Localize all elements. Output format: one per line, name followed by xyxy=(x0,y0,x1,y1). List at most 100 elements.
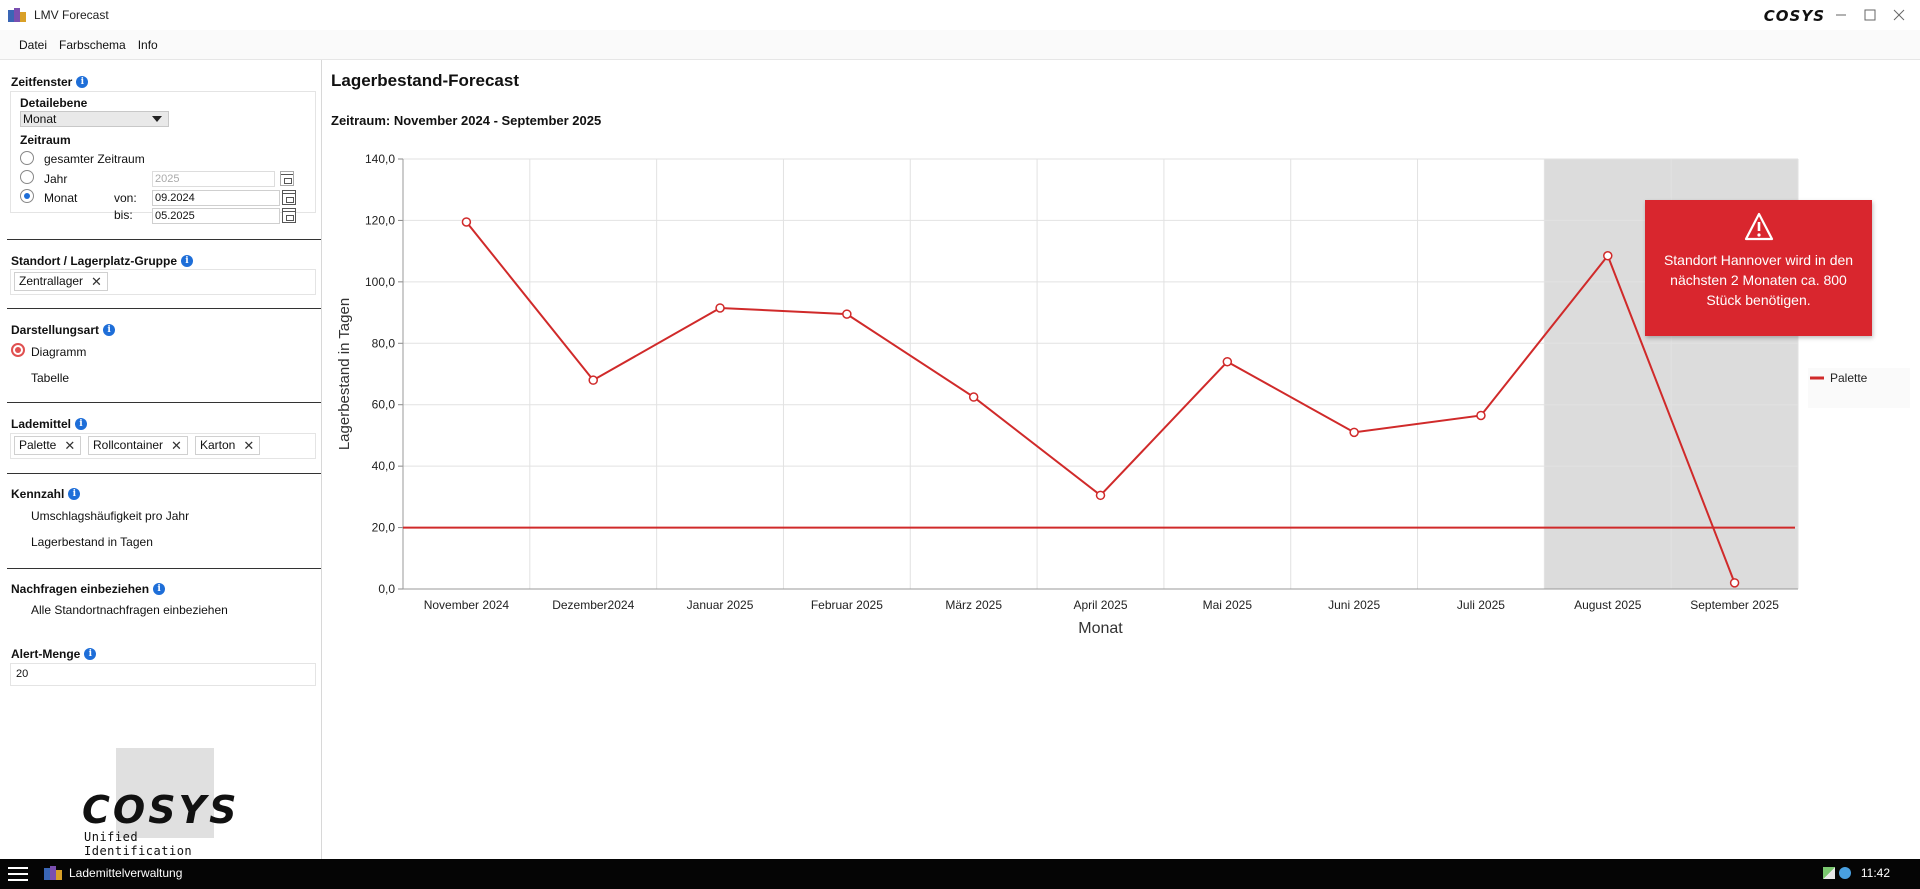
radio-gesamter-zeitraum[interactable] xyxy=(20,151,34,165)
menu-bar: Datei Farbschema Info xyxy=(0,30,1920,60)
data-point xyxy=(461,217,472,227)
chip-palette: Palette ✕ xyxy=(14,436,82,455)
close-icon[interactable]: ✕ xyxy=(243,437,254,454)
radio-jahr[interactable] xyxy=(20,170,34,184)
chip-rollcontainer: Rollcontainer ✕ xyxy=(88,436,188,455)
filter-sidebar: Zeitfenster i Detailebene Monat Zeitraum … xyxy=(0,60,322,859)
divider xyxy=(7,568,321,569)
x-tick-label: April 2025 xyxy=(1073,598,1127,612)
radio-gesamter-zeitraum-label: gesamter Zeitraum xyxy=(44,152,145,166)
radio-monat[interactable] xyxy=(20,189,34,203)
x-tick-label: Juni 2025 xyxy=(1328,598,1380,612)
data-point xyxy=(588,375,598,385)
x-tick-label: Dezember2024 xyxy=(552,598,634,612)
page-title: Lagerbestand-Forecast xyxy=(331,71,519,90)
x-tick-label: November 2024 xyxy=(424,598,510,612)
data-point xyxy=(1603,251,1613,261)
cosys-logo: COSYS Unified Identification xyxy=(80,748,250,858)
y-tick-label: 0,0 xyxy=(378,582,395,596)
bis-input[interactable]: 05.2025 xyxy=(152,208,280,224)
logo-subtitle: Unified Identification xyxy=(84,830,193,858)
menu-farbschema[interactable]: Farbschema xyxy=(59,38,126,52)
chip-karton: Karton ✕ xyxy=(195,436,261,455)
x-tick-label: Mai 2025 xyxy=(1203,598,1253,612)
app-icon xyxy=(44,865,62,881)
von-input[interactable]: 09.2024 xyxy=(152,190,280,206)
zeitfenster-section-title: Zeitfenster i xyxy=(11,75,89,89)
close-icon[interactable]: ✕ xyxy=(64,437,75,454)
data-point xyxy=(1349,427,1359,438)
nachfragen-option[interactable]: Alle Standortnachfragen einbeziehen xyxy=(31,603,228,617)
info-icon[interactable]: i xyxy=(76,76,89,88)
title-bar: LMV Forecast COSYS xyxy=(0,0,1920,30)
jahr-input[interactable]: 2025 xyxy=(152,171,275,187)
divider xyxy=(7,239,321,240)
menu-info[interactable]: Info xyxy=(138,38,158,52)
radio-tabelle-label[interactable]: Tabelle xyxy=(31,371,69,385)
bis-label: bis: xyxy=(114,208,133,222)
pen-icon[interactable] xyxy=(1822,867,1835,879)
close-icon[interactable]: ✕ xyxy=(171,437,182,454)
y-tick-label: 140,0 xyxy=(365,152,395,166)
kennzahl-option-umschlag[interactable]: Umschlagshäufigkeit pro Jahr xyxy=(31,509,189,523)
alert-popup[interactable]: Standort Hannover wird in den nächsten 2… xyxy=(1645,200,1872,336)
window-title: LMV Forecast xyxy=(34,8,109,22)
network-icon[interactable] xyxy=(1838,867,1851,879)
data-point xyxy=(842,309,852,319)
data-point xyxy=(968,392,979,402)
warning-icon xyxy=(1744,212,1774,241)
data-point xyxy=(1095,490,1106,501)
bis-calendar-icon[interactable] xyxy=(282,208,296,223)
jahr-calendar-icon[interactable] xyxy=(280,171,294,186)
kennzahl-section-title: Kennzahl i xyxy=(11,487,81,501)
clock: 11:42 xyxy=(1860,866,1890,880)
x-tick-label: Juli 2025 xyxy=(1457,598,1505,612)
start-menu-icon[interactable] xyxy=(8,867,28,881)
close-button[interactable] xyxy=(1884,3,1914,27)
zeitraum-label: Zeitraum xyxy=(20,133,71,147)
y-tick-label: 80,0 xyxy=(372,336,396,350)
info-icon[interactable]: i xyxy=(153,583,166,595)
y-tick-label: 120,0 xyxy=(365,213,395,227)
detailebene-select[interactable]: Monat xyxy=(20,111,169,127)
minimize-button[interactable] xyxy=(1826,3,1856,27)
radio-diagramm[interactable] xyxy=(11,343,25,357)
alert-menge-input[interactable]: 20 xyxy=(10,663,316,686)
data-point xyxy=(1476,410,1486,421)
standort-section-title: Standort / Lagerplatz-Gruppe i xyxy=(11,254,194,268)
y-tick-label: 20,0 xyxy=(372,521,396,535)
y-tick-label: 60,0 xyxy=(372,398,396,412)
brand-logo: COSYS xyxy=(1763,7,1825,25)
nachfragen-section-title: Nachfragen einbeziehen i xyxy=(11,582,166,596)
x-tick-label: Januar 2025 xyxy=(687,598,754,612)
y-tick-label: 40,0 xyxy=(372,459,396,473)
close-icon[interactable]: ✕ xyxy=(91,273,102,290)
kennzahl-option-lagerbestand[interactable]: Lagerbestand in Tagen xyxy=(31,535,153,549)
taskbar-app[interactable]: Lademittelverwaltung xyxy=(44,865,182,881)
taskbar: Lademittelverwaltung 11:42 xyxy=(0,859,1920,889)
detailebene-label: Detailebene xyxy=(20,96,88,110)
von-calendar-icon[interactable] xyxy=(282,190,296,205)
info-icon[interactable]: i xyxy=(84,648,97,660)
x-tick-label: September 2025 xyxy=(1690,598,1779,612)
divider xyxy=(7,308,321,309)
alert-text: Standort Hannover wird in den nächsten 2… xyxy=(1663,252,1854,308)
y-axis-label: Lagerbestand in Tagen xyxy=(336,298,353,450)
legend-label: Palette xyxy=(1830,371,1868,385)
info-icon[interactable]: i xyxy=(68,488,81,500)
info-icon[interactable]: i xyxy=(103,324,116,336)
maximize-button[interactable] xyxy=(1855,3,1885,27)
page-subtitle: Zeitraum: November 2024 - September 2025 xyxy=(331,113,602,128)
divider xyxy=(7,402,321,403)
x-tick-label: August 2025 xyxy=(1574,598,1642,612)
data-point xyxy=(715,303,725,313)
chevron-down-icon xyxy=(152,116,162,122)
info-icon[interactable]: i xyxy=(181,255,194,267)
radio-jahr-label: Jahr xyxy=(44,172,68,186)
divider xyxy=(7,473,321,474)
info-icon[interactable]: i xyxy=(75,418,88,430)
menu-datei[interactable]: Datei xyxy=(19,38,47,52)
data-point xyxy=(1729,578,1740,588)
darstellung-section-title: Darstellungsart i xyxy=(11,323,116,337)
chip-zentrallager: Zentrallager ✕ xyxy=(14,272,108,291)
